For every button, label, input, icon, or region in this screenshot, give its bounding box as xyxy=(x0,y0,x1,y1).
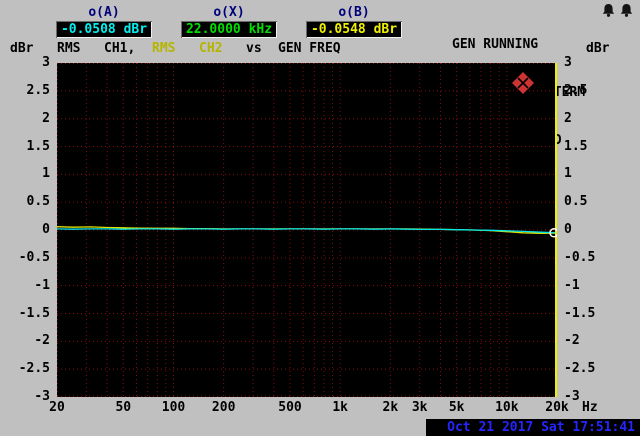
readout-a-value: -0.0508 dBr xyxy=(60,22,148,37)
y-tick-label: 1 xyxy=(564,166,572,182)
readout-b-label: o(B) xyxy=(338,5,370,20)
x-tick-label: 50 xyxy=(115,400,132,415)
datetime-bar: Oct 21 2017 Sat 17:51:41 xyxy=(426,419,640,436)
readout-a-value-box: -0.0508 dBr xyxy=(56,21,152,38)
readout-b-value-box: -0.0548 dBr xyxy=(306,21,402,38)
readout-channel-b: o(B) -0.0548 dBr xyxy=(306,5,402,38)
x-tick-label: 20k xyxy=(545,400,569,415)
x-tick-label: 3k xyxy=(411,400,428,415)
x-tick-label: 100 xyxy=(161,400,186,415)
x-source-label: GEN FREQ xyxy=(278,41,341,56)
y-tick-label: 2 xyxy=(564,110,572,126)
plot-area[interactable] xyxy=(57,63,557,397)
x-tick-label: 5k xyxy=(448,400,465,415)
bell-icon xyxy=(620,4,633,17)
y-tick-label: -0.5 xyxy=(18,249,50,265)
x-tick-label: 500 xyxy=(278,400,302,415)
y-tick-label: 1.5 xyxy=(26,138,50,154)
bell-icon xyxy=(602,4,615,17)
x-tick-label: 20 xyxy=(49,400,65,415)
y-tick-label: 0 xyxy=(564,222,572,237)
readout-x-label: o(X) xyxy=(213,5,245,20)
sweep-graph xyxy=(57,63,557,397)
y-tick-label: 0.5 xyxy=(26,194,50,210)
x-tick-label: 10k xyxy=(495,400,519,415)
y-tick-label: 3 xyxy=(564,55,572,70)
y-tick-label: 2 xyxy=(42,110,50,126)
y-tick-label: -1 xyxy=(564,277,580,293)
ch1-detector-label: RMS xyxy=(57,41,81,56)
y-tick-label: 1.5 xyxy=(564,138,588,154)
readout-b-value: -0.0548 dBr xyxy=(310,22,398,37)
y-tick-label: -2.5 xyxy=(564,361,596,377)
readout-x-value-box: 22.0000 kHz xyxy=(181,21,277,38)
y-tick-label: 3 xyxy=(42,55,50,70)
y-tick-label: -2 xyxy=(34,333,50,349)
readout-channel-a: o(A) -0.0508 dBr xyxy=(56,5,152,38)
y-tick-label: 2.5 xyxy=(26,82,50,98)
y-tick-label: -3 xyxy=(564,389,580,404)
ch2-detector-label: RMS xyxy=(152,41,176,56)
readout-a-label: o(A) xyxy=(88,5,120,20)
y-tick-label: -2 xyxy=(564,333,580,349)
datetime: Oct 21 2017 Sat 17:51:41 xyxy=(447,420,635,435)
y-tick-label: -3 xyxy=(34,389,50,404)
readout-x-value: 22.0000 kHz xyxy=(185,22,273,37)
y-tick-label: -1.5 xyxy=(564,305,596,321)
y-tick-label: 1 xyxy=(42,166,50,182)
y-tick-label: -1 xyxy=(34,277,50,293)
x-tick-label: 2k xyxy=(382,400,399,415)
y-tick-label: 0.5 xyxy=(564,194,588,210)
ch2-name-label: CH2 xyxy=(199,41,223,56)
x-tick-label: 200 xyxy=(211,400,236,415)
readout-generator-freq: o(X) 22.0000 kHz xyxy=(181,5,277,38)
y-tick-label: -2.5 xyxy=(18,361,50,377)
x-tick-label: 1k xyxy=(332,400,348,415)
y-tick-label: -0.5 xyxy=(564,249,596,265)
ch1-name-label: CH1, xyxy=(104,41,136,56)
vs-label: vs xyxy=(246,41,262,56)
y-tick-label: 0 xyxy=(42,222,50,237)
alarm-icons xyxy=(601,3,634,18)
status-generator: GEN RUNNING xyxy=(452,37,539,52)
analyzer-screen: o(A) -0.0508 dBr o(X) 22.0000 kHz o(B) -… xyxy=(0,0,640,436)
y-tick-label: 2.5 xyxy=(564,82,588,98)
y-tick-label: -1.5 xyxy=(18,305,50,321)
